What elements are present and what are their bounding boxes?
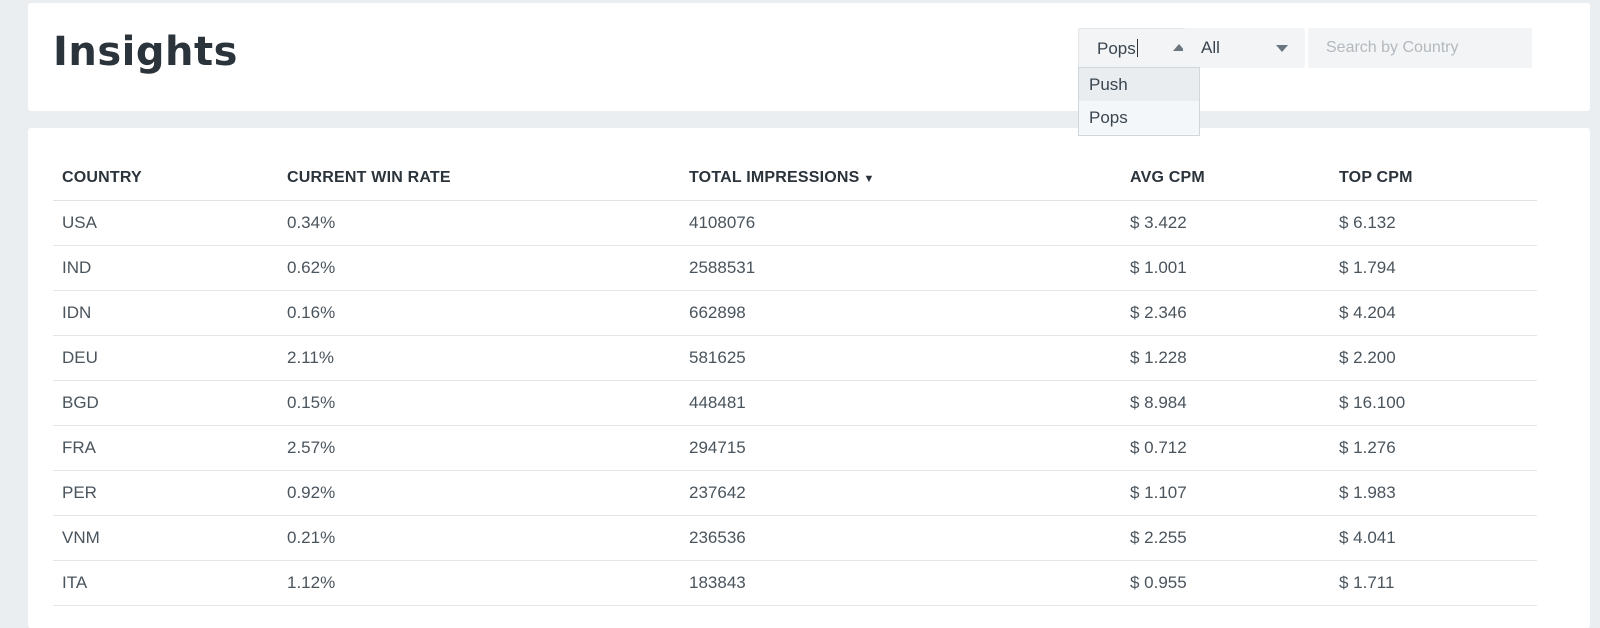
avg-cpm-cell: $ 1.228	[1121, 335, 1330, 381]
table-row[interactable]: PER 0.92% 237642 $ 1.107 $ 1.983	[53, 470, 1537, 516]
table-row[interactable]: BGD 0.15% 448481 $ 8.984 $ 16.100	[53, 380, 1537, 426]
impressions-cell: 662898	[680, 290, 1121, 336]
avg-cpm-cell: $ 0.712	[1121, 425, 1330, 471]
impressions-cell: 236536	[680, 515, 1121, 561]
win-rate-cell: 0.34%	[278, 200, 680, 246]
caret-down-icon[interactable]	[1276, 45, 1288, 52]
country-cell: USA	[53, 200, 278, 246]
country-cell: PER	[53, 470, 278, 516]
type-dropdown-menu: Push Pops	[1078, 67, 1200, 136]
column-header-impressions[interactable]: TOTAL IMPRESSIONS ▼	[680, 156, 1121, 201]
impressions-cell: 2588531	[680, 245, 1121, 291]
avg-cpm-cell: $ 3.422	[1121, 200, 1330, 246]
table-header-row: COUNTRY CURRENT WIN RATE TOTAL IMPRESSIO…	[53, 156, 1537, 201]
column-header-avg-cpm[interactable]: AVG CPM	[1121, 156, 1330, 201]
country-cell: ITA	[53, 560, 278, 606]
table-row[interactable]: DEU 2.11% 581625 $ 1.228 $ 2.200	[53, 335, 1537, 381]
table-row[interactable]: IDN 0.16% 662898 $ 2.346 $ 4.204	[53, 290, 1537, 336]
top-cpm-cell: $ 1.983	[1330, 470, 1537, 516]
avg-cpm-cell: $ 2.255	[1121, 515, 1330, 561]
top-cpm-cell: $ 4.204	[1330, 290, 1537, 336]
filter-select-value: All	[1201, 38, 1220, 57]
win-rate-cell: 0.92%	[278, 470, 680, 516]
header-card: Insights Pops All	[28, 3, 1590, 111]
win-rate-cell: 1.12%	[278, 560, 680, 606]
win-rate-cell: 0.62%	[278, 245, 680, 291]
column-header-win-rate[interactable]: CURRENT WIN RATE	[278, 156, 680, 201]
country-cell: IDN	[53, 290, 278, 336]
table-row[interactable]: ITA 1.12% 183843 $ 0.955 $ 1.711	[53, 560, 1537, 606]
country-cell: FRA	[53, 425, 278, 471]
win-rate-cell: 0.16%	[278, 290, 680, 336]
table-card: COUNTRY CURRENT WIN RATE TOTAL IMPRESSIO…	[28, 128, 1590, 628]
table-row[interactable]: IND 0.62% 2588531 $ 1.001 $ 1.794	[53, 245, 1537, 291]
impressions-cell: 448481	[680, 380, 1121, 426]
insights-table: COUNTRY CURRENT WIN RATE TOTAL IMPRESSIO…	[53, 156, 1537, 606]
avg-cpm-cell: $ 2.346	[1121, 290, 1330, 336]
impressions-cell: 294715	[680, 425, 1121, 471]
column-header-top-cpm[interactable]: TOP CPM	[1330, 156, 1537, 201]
filter-select[interactable]: All	[1183, 28, 1305, 68]
table-body: USA 0.34% 4108076 $ 3.422 $ 6.132 IND 0.62% 258…	[53, 200, 1537, 606]
sort-desc-icon[interactable]: ▼	[864, 173, 875, 185]
win-rate-cell: 0.21%	[278, 515, 680, 561]
top-cpm-cell: $ 6.132	[1330, 200, 1537, 246]
search-country-input[interactable]	[1308, 28, 1532, 68]
dropdown-option-pops[interactable]: Pops	[1079, 101, 1199, 134]
page-title: Insights	[53, 29, 238, 75]
impressions-cell: 581625	[680, 335, 1121, 381]
text-cursor	[1136, 39, 1138, 57]
table-row[interactable]: FRA 2.57% 294715 $ 0.712 $ 1.276	[53, 425, 1537, 471]
win-rate-cell: 2.11%	[278, 335, 680, 381]
table-row[interactable]: VNM 0.21% 236536 $ 2.255 $ 4.041	[53, 515, 1537, 561]
dropdown-option-push[interactable]: Push	[1079, 68, 1199, 101]
country-cell: BGD	[53, 380, 278, 426]
top-cpm-cell: $ 2.200	[1330, 335, 1537, 381]
top-cpm-cell: $ 1.711	[1330, 560, 1537, 606]
impressions-cell: 183843	[680, 560, 1121, 606]
top-cpm-cell: $ 1.794	[1330, 245, 1537, 291]
top-cpm-cell: $ 16.100	[1330, 380, 1537, 426]
top-cpm-cell: $ 4.041	[1330, 515, 1537, 561]
impressions-cell: 4108076	[680, 200, 1121, 246]
avg-cpm-cell: $ 0.955	[1121, 560, 1330, 606]
impressions-cell: 237642	[680, 470, 1121, 516]
avg-cpm-cell: $ 8.984	[1121, 380, 1330, 426]
type-select-value: Pops	[1097, 39, 1138, 58]
country-cell: IND	[53, 245, 278, 291]
table-row[interactable]: USA 0.34% 4108076 $ 3.422 $ 6.132	[53, 200, 1537, 246]
top-cpm-cell: $ 1.276	[1330, 425, 1537, 471]
win-rate-cell: 2.57%	[278, 425, 680, 471]
country-cell: VNM	[53, 515, 278, 561]
win-rate-cell: 0.15%	[278, 380, 680, 426]
avg-cpm-cell: $ 1.107	[1121, 470, 1330, 516]
country-cell: DEU	[53, 335, 278, 381]
type-select[interactable]: Pops	[1078, 28, 1200, 68]
column-header-country[interactable]: COUNTRY	[53, 156, 278, 201]
avg-cpm-cell: $ 1.001	[1121, 245, 1330, 291]
